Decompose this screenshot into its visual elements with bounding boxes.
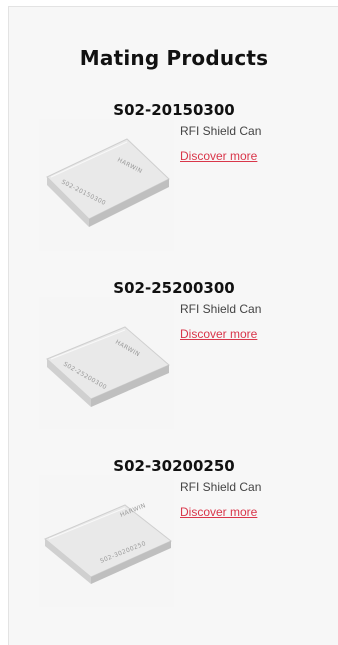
product-sku: S02-20150300 (113, 101, 235, 119)
product-card: S02-30200250 HARWIN S02-30200250 RFI Shi… (9, 457, 338, 607)
product-description: RFI Shield Can (180, 480, 262, 494)
product-card: S02-20150300 HARWIN S02-20150300 RFI Shi… (9, 101, 338, 251)
product-image: HARWIN S02-30200250 (39, 475, 174, 607)
mating-products-panel: Mating Products S02-20150300 HARWIN S02-… (8, 6, 338, 645)
product-description: RFI Shield Can (180, 302, 262, 316)
discover-more-link[interactable]: Discover more (180, 505, 257, 519)
shield-can-image: HARWIN S02-25200300 (46, 326, 170, 407)
shield-can-image: HARWIN S02-30200250 (44, 502, 172, 584)
product-card: S02-25200300 HARWIN S02-25200300 RFI Shi… (9, 279, 338, 429)
product-description: RFI Shield Can (180, 124, 262, 138)
shield-can-image: HARWIN S02-20150300 (46, 138, 170, 227)
discover-more-link[interactable]: Discover more (180, 327, 257, 341)
product-sku: S02-30200250 (113, 457, 235, 475)
product-image: HARWIN S02-25200300 (39, 297, 174, 429)
discover-more-link[interactable]: Discover more (180, 149, 257, 163)
section-heading: Mating Products (79, 46, 269, 70)
product-sku: S02-25200300 (113, 279, 235, 297)
product-image: HARWIN S02-20150300 (39, 119, 174, 251)
